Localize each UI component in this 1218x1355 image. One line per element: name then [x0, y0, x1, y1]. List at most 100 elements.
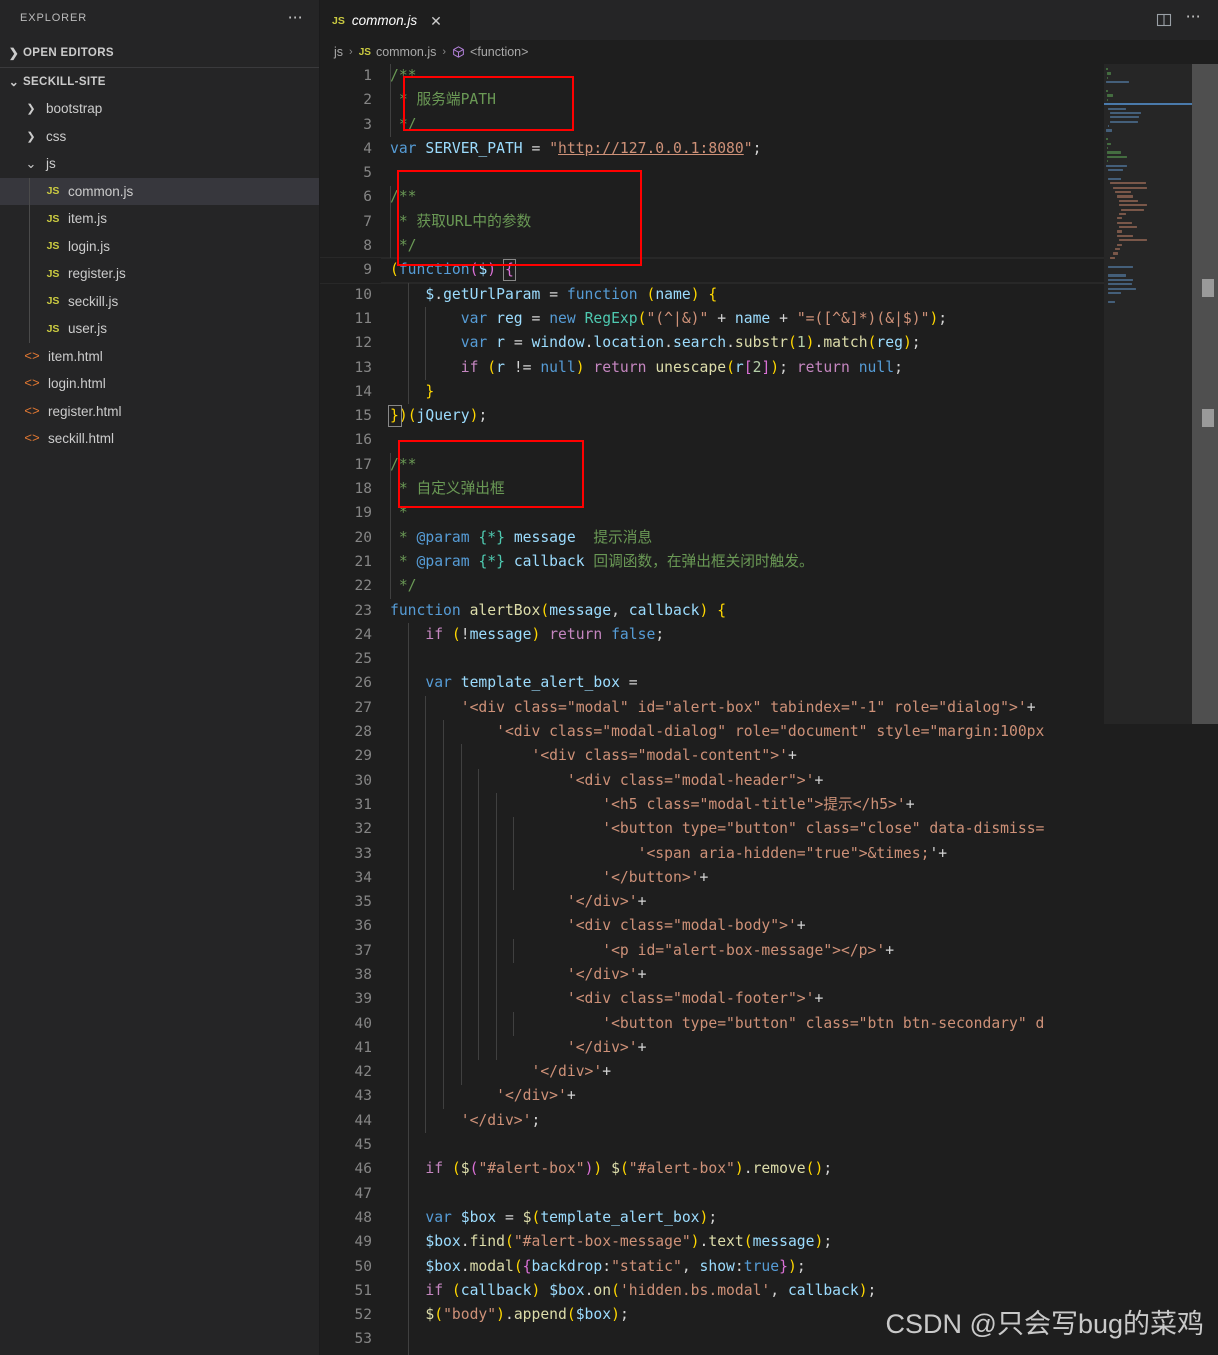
code-line-30[interactable]: 30 '<div class="modal-header">'+: [320, 769, 1218, 793]
code-line-46[interactable]: 46 if ($("#alert-box")) $("#alert-box").…: [320, 1157, 1218, 1181]
split-editor-icon[interactable]: [1156, 12, 1172, 28]
breadcrumb-item-js[interactable]: js: [334, 45, 343, 59]
line-number: 15: [354, 408, 372, 425]
code-line-52[interactable]: 52 $("body").append($box);: [320, 1303, 1218, 1327]
code-line-48[interactable]: 48 var $box = $(template_alert_box);: [320, 1206, 1218, 1230]
code-line-28[interactable]: 28 '<div class="modal-dialog" role="docu…: [320, 720, 1218, 744]
code-line-5[interactable]: 5: [320, 161, 1218, 185]
code-line-9[interactable]: 9 (function($) {: [320, 257, 1218, 284]
more-horizontal-icon[interactable]: ⋯: [285, 10, 307, 26]
code-line-12[interactable]: 12 var r = window.location.search.substr…: [320, 331, 1218, 355]
tree-item-seckill-html[interactable]: <> seckill.html: [0, 425, 319, 453]
code-line-32[interactable]: 32 '<button type="button" class="close" …: [320, 817, 1218, 841]
tree-item-seckill-js[interactable]: JS seckill.js: [0, 288, 319, 316]
code-line-25[interactable]: 25: [320, 647, 1218, 671]
code-line-44[interactable]: 44 '</div>';: [320, 1109, 1218, 1133]
line-number: 46: [354, 1161, 372, 1178]
code-line-35[interactable]: 35 '</div>'+: [320, 890, 1218, 914]
sidebar-section-label: OPEN EDITORS: [23, 47, 114, 59]
tree-item-item-js[interactable]: JS item.js: [0, 205, 319, 233]
code-line-47[interactable]: 47: [320, 1182, 1218, 1206]
tree-item-register-html[interactable]: <> register.html: [0, 398, 319, 426]
code-line-24[interactable]: 24 if (!message) return false;: [320, 623, 1218, 647]
code-line-3[interactable]: 3 */: [320, 113, 1218, 137]
code-line-23[interactable]: 23 function alertBox(message, callback) {: [320, 599, 1218, 623]
code-line-21[interactable]: 21 * @param {*} callback 回调函数，在弹出框关闭时触发。: [320, 550, 1218, 574]
code-line-33[interactable]: 33 '<span aria-hidden="true">&times;'+: [320, 842, 1218, 866]
code-line-50[interactable]: 50 $box.modal({backdrop:"static", show:t…: [320, 1255, 1218, 1279]
code-line-7[interactable]: 7 * 获取URL中的参数: [320, 210, 1218, 234]
sidebar-section-seckill-site[interactable]: ⌄ SECKILL-SITE: [0, 67, 319, 95]
code-line-13[interactable]: 13 if (r != null) return unescape(r[2]);…: [320, 356, 1218, 380]
close-icon[interactable]: ✕: [430, 14, 442, 28]
tree-item-label: css: [46, 128, 67, 144]
code-line-45[interactable]: 45: [320, 1133, 1218, 1157]
code-line-11[interactable]: 11 var reg = new RegExp("(^|&)" + name +…: [320, 307, 1218, 331]
code-line-17[interactable]: 17 /**: [320, 453, 1218, 477]
code-lines[interactable]: 1/** 2 * 服务端PATH 3 */4 var SERVER_PATH = "h…: [320, 64, 1218, 1355]
more-actions-icon[interactable]: ⋯: [1186, 9, 1202, 27]
tree-item-bootstrap[interactable]: ❯ bootstrap: [0, 95, 319, 123]
code-line-6[interactable]: 6 /**: [320, 185, 1218, 209]
tree-item-common-js[interactable]: JS common.js: [0, 177, 319, 205]
code-line-29[interactable]: 29 '<div class="modal-content">'+: [320, 744, 1218, 768]
line-content: $box.modal({backdrop:"static", show:true…: [425, 1257, 806, 1275]
tree-item-login-js[interactable]: JS login.js: [0, 233, 319, 261]
code-line-34[interactable]: 34 '</button>'+: [320, 866, 1218, 890]
code-line-41[interactable]: 41 '</div>'+: [320, 1036, 1218, 1060]
code-line-39[interactable]: 39 '<div class="modal-footer">'+: [320, 987, 1218, 1011]
code-line-49[interactable]: 49 $box.find("#alert-box-message").text(…: [320, 1230, 1218, 1254]
minimap-line: [1104, 76, 1192, 80]
line-content: if (!message) return false;: [425, 625, 665, 643]
code-line-8[interactable]: 8 */: [320, 234, 1218, 258]
tree-item-login-html[interactable]: <> login.html: [0, 370, 319, 398]
tab-label: common.js: [351, 13, 418, 28]
tab-common-js[interactable]: JS common.js ✕: [320, 0, 470, 40]
tree-item-item-html[interactable]: <> item.html: [0, 343, 319, 371]
code-editor[interactable]: 1/** 2 * 服务端PATH 3 */4 var SERVER_PATH = "h…: [320, 64, 1218, 1355]
sidebar-section-open-editors[interactable]: ❯ OPEN EDITORS: [0, 39, 319, 67]
chevron-right-icon: ❯: [26, 130, 36, 143]
line-number: 6: [363, 189, 372, 206]
tree-item-css[interactable]: ❯ css: [0, 123, 319, 151]
minimap[interactable]: [1104, 64, 1192, 1355]
minimap-line: [1104, 190, 1192, 194]
code-line-1[interactable]: 1 /**: [320, 64, 1218, 88]
code-line-22[interactable]: 22 */: [320, 574, 1218, 598]
breadcrumb-item-function[interactable]: <function>: [452, 45, 528, 59]
minimap-segment: [1114, 248, 1120, 251]
code-line-40[interactable]: 40 '<button type="button" class="btn btn…: [320, 1012, 1218, 1036]
tree-item-js[interactable]: ⌄ js: [0, 150, 319, 178]
tree-item-label: login.html: [48, 376, 106, 392]
code-line-2[interactable]: 2 * 服务端PATH: [320, 88, 1218, 112]
line-content: var template_alert_box =: [425, 674, 638, 692]
line-number: 29: [354, 748, 372, 765]
code-line-38[interactable]: 38 '</div>'+: [320, 963, 1218, 987]
code-line-18[interactable]: 18 * 自定义弹出框: [320, 477, 1218, 501]
code-line-51[interactable]: 51 if (callback) $box.on('hidden.bs.moda…: [320, 1279, 1218, 1303]
code-line-37[interactable]: 37 '<p id="alert-box-message"></p>'+: [320, 939, 1218, 963]
scrollbar-thumb[interactable]: [1192, 64, 1218, 724]
vertical-scrollbar[interactable]: [1192, 64, 1218, 1355]
code-line-20[interactable]: 20 * @param {*} message 提示消息: [320, 526, 1218, 550]
code-line-27[interactable]: 27 '<div class="modal" id="alert-box" ta…: [320, 696, 1218, 720]
code-line-53[interactable]: 53: [320, 1327, 1218, 1351]
line-number: 3: [363, 116, 372, 133]
code-line-10[interactable]: 10 $.getUrlParam = function (name) {: [320, 283, 1218, 307]
tree-item-label: item.js: [68, 211, 108, 227]
code-line-26[interactable]: 26 var template_alert_box =: [320, 671, 1218, 695]
code-line-31[interactable]: 31 '<h5 class="modal-title">提示</h5>'+: [320, 793, 1218, 817]
code-line-14[interactable]: 14 }: [320, 380, 1218, 404]
code-line-19[interactable]: 19 *: [320, 501, 1218, 525]
tree-item-register-js[interactable]: JS register.js: [0, 260, 319, 288]
code-line-4[interactable]: 4 var SERVER_PATH = "http://127.0.0.1:808…: [320, 137, 1218, 161]
code-line-43[interactable]: 43 '</div>'+: [320, 1084, 1218, 1108]
code-line-15[interactable]: 15})(jQuery);: [320, 404, 1218, 428]
code-line-42[interactable]: 42 '</div>'+: [320, 1060, 1218, 1084]
explorer-title: EXPLORER: [20, 11, 88, 24]
code-line-16[interactable]: 16: [320, 428, 1218, 452]
breadcrumb-item-commonjs[interactable]: JS common.js: [359, 45, 437, 59]
code-line-36[interactable]: 36 '<div class="modal-body">'+: [320, 914, 1218, 938]
minimap-line: [1104, 291, 1192, 295]
tree-item-user-js[interactable]: JS user.js: [0, 315, 319, 343]
